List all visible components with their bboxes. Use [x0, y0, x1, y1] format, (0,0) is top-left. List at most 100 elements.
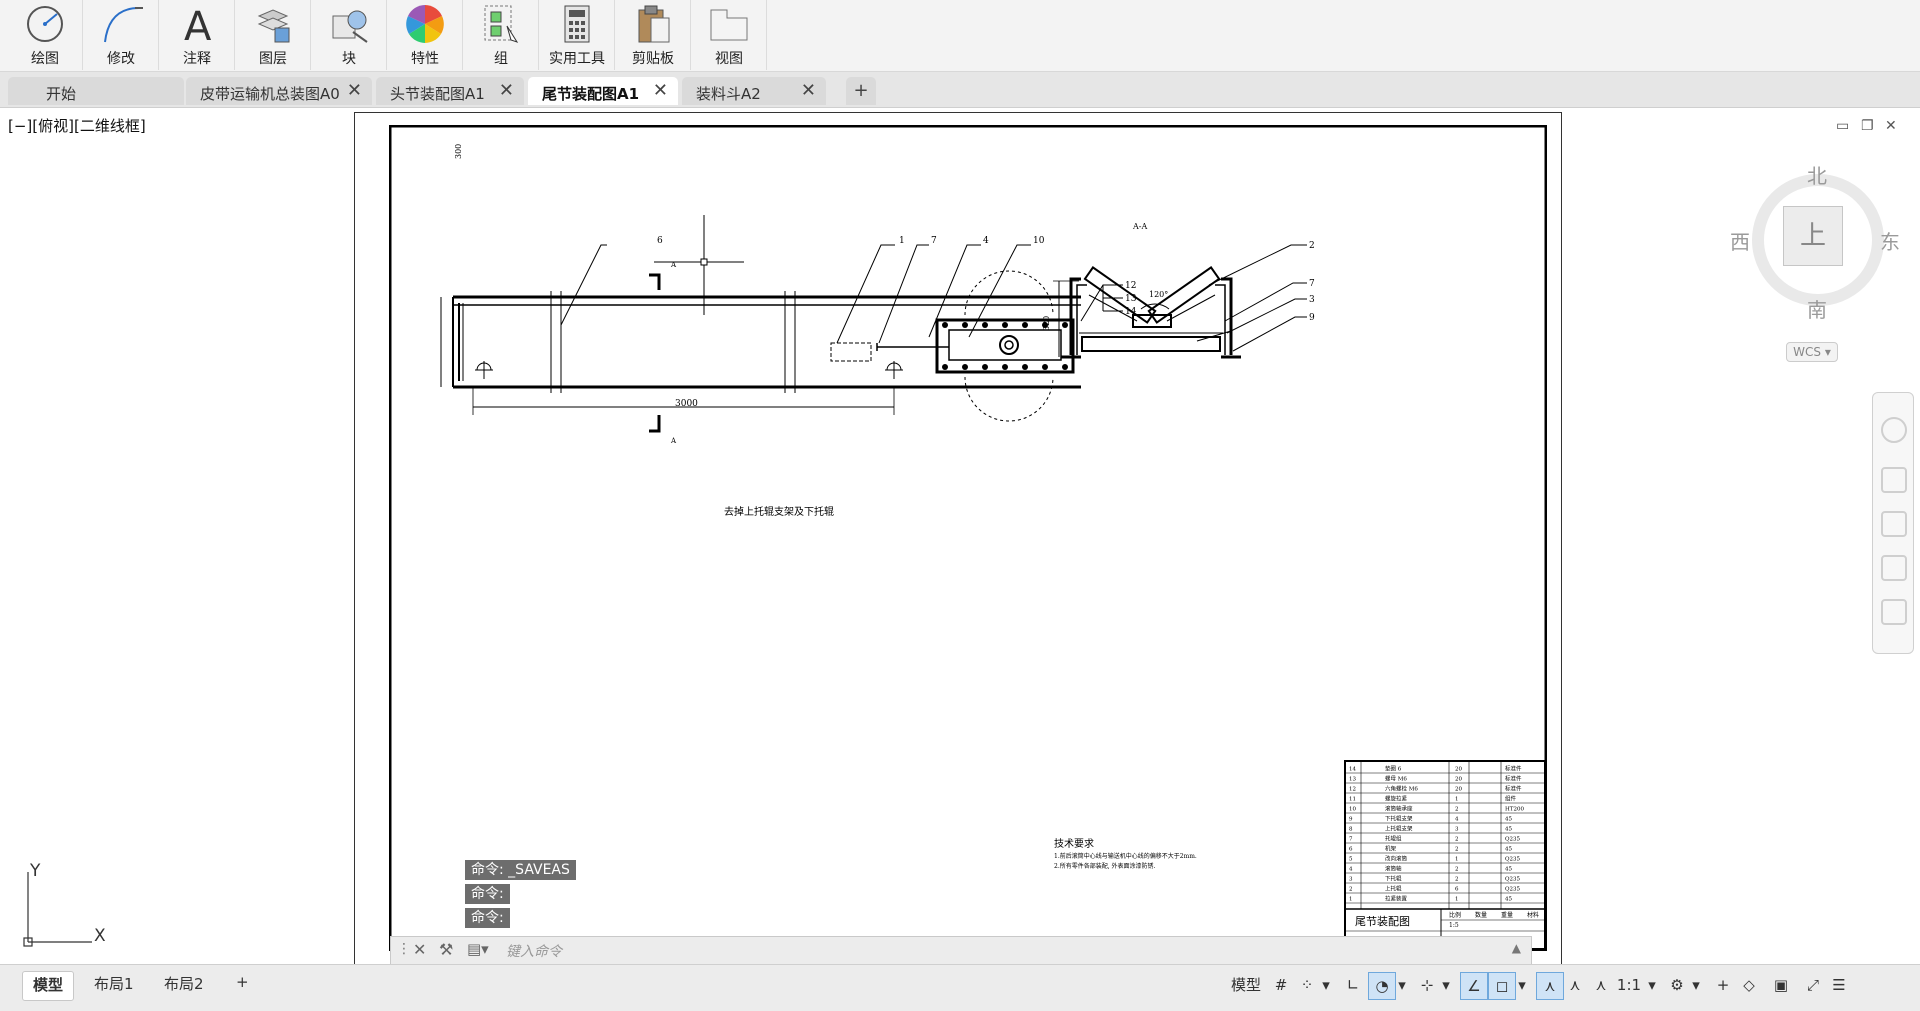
- close-icon[interactable]: ✕: [347, 80, 362, 101]
- compass-east[interactable]: 东: [1880, 226, 1900, 255]
- chevron-down-icon[interactable]: ▾: [1644, 972, 1660, 998]
- tab-belt-conveyor-assembly[interactable]: 皮带运输机总装图A0 ✕: [186, 77, 372, 105]
- tab-layout2[interactable]: 布局2: [154, 971, 214, 999]
- close-icon[interactable]: ✕: [653, 80, 668, 101]
- add-layout-button[interactable]: +: [226, 971, 259, 999]
- recent-commands-icon[interactable]: ▤▾: [467, 940, 489, 958]
- steering-wheel-icon[interactable]: [1881, 417, 1907, 443]
- grip-icon[interactable]: ⋮: [397, 941, 411, 957]
- clean-screen-icon[interactable]: ⤢: [1800, 972, 1826, 998]
- grid-icon[interactable]: #: [1268, 972, 1294, 998]
- isolate-objects-icon[interactable]: ◇: [1736, 972, 1762, 998]
- annotate-button[interactable]: A 注释: [160, 0, 235, 70]
- polar-tracking-icon[interactable]: ◔: [1368, 972, 1396, 1000]
- parts-list-cell: 上托辊支架: [1385, 825, 1413, 833]
- utilities-icon: [564, 5, 590, 43]
- chevron-up-icon[interactable]: ▲: [1512, 941, 1521, 955]
- view-label: 视图: [715, 51, 743, 67]
- block-icon: [332, 10, 368, 43]
- object-snap-tracking-icon[interactable]: ∠: [1460, 972, 1488, 1000]
- annotation-visibility-icon[interactable]: ⋏: [1536, 972, 1564, 1000]
- clipboard-button[interactable]: 剪贴板: [616, 0, 691, 70]
- chevron-down-icon[interactable]: ▾: [1688, 972, 1704, 998]
- close-icon[interactable]: ✕: [499, 80, 514, 101]
- parts-list-cell: 2: [1455, 807, 1459, 813]
- properties-button[interactable]: 特性: [388, 0, 463, 70]
- parts-list-cell: Q235: [1505, 877, 1521, 883]
- gear-icon[interactable]: ⚙: [1664, 972, 1690, 998]
- compass-west[interactable]: 西: [1730, 226, 1750, 255]
- tab-model[interactable]: 模型: [22, 971, 75, 1001]
- model-space-button[interactable]: 模型: [1226, 972, 1266, 998]
- showmotion-icon[interactable]: [1881, 599, 1907, 625]
- parts-list-cell: 6: [1349, 847, 1353, 853]
- dim-3000: 3000: [675, 399, 698, 409]
- isodraft-icon[interactable]: ⊹: [1414, 972, 1440, 998]
- view-cube-face-top[interactable]: 上: [1783, 206, 1843, 266]
- parts-list-cell: 标准件: [1505, 775, 1522, 783]
- close-icon[interactable]: ✕: [413, 940, 426, 959]
- new-tab-button[interactable]: +: [846, 77, 876, 105]
- parts-list-cell: 3: [1349, 877, 1353, 883]
- scale-selector[interactable]: 1:1: [1614, 972, 1644, 998]
- parts-list-cell: 14: [1349, 767, 1356, 773]
- compass-south[interactable]: 南: [1807, 294, 1827, 323]
- tab-start[interactable]: 开始: [8, 77, 184, 105]
- document-tab-bar: 开始 皮带运输机总装图A0 ✕ 头节装配图A1 ✕ 尾节装配图A1 ✕ 装料斗A…: [0, 72, 1920, 108]
- chevron-down-icon[interactable]: ▾: [1318, 972, 1334, 998]
- parts-list-cell: 1: [1455, 857, 1459, 863]
- minimize-viewport-button[interactable]: ▭: [1836, 118, 1849, 134]
- close-icon[interactable]: ✕: [801, 80, 816, 101]
- callout: 10: [1033, 236, 1045, 246]
- wcs-menu[interactable]: WCS ▾: [1786, 342, 1838, 362]
- tab-hopper[interactable]: 装料斗A2 ✕: [682, 77, 826, 105]
- modify-icon: [104, 7, 143, 43]
- ortho-icon[interactable]: ∟: [1340, 972, 1366, 998]
- drawing-annotations: 300 3000 A A A-A 120° 320 6 1 7 4 10 12 …: [454, 144, 1315, 870]
- chevron-down-icon[interactable]: ▾: [1514, 972, 1530, 998]
- auto-scale-icon[interactable]: ⋏: [1562, 972, 1588, 998]
- tab-tail-assembly[interactable]: 尾节装配图A1 ✕: [528, 77, 678, 105]
- group-button[interactable]: 组: [464, 0, 539, 70]
- pan-icon[interactable]: [1881, 467, 1907, 493]
- tab-layout1[interactable]: 布局1: [84, 971, 144, 999]
- chevron-down-icon[interactable]: ▾: [1438, 972, 1454, 998]
- parts-list-cell: 2: [1455, 837, 1459, 843]
- restore-viewport-button[interactable]: ❐: [1861, 118, 1874, 134]
- zoom-icon[interactable]: [1881, 511, 1907, 537]
- parts-list-cell: Q235: [1505, 887, 1521, 893]
- wrench-icon[interactable]: ⚒: [439, 940, 453, 959]
- utilities-button[interactable]: 实用工具: [540, 0, 615, 70]
- parts-list-cell: 45: [1505, 827, 1512, 833]
- group-icon: [484, 5, 519, 43]
- hardware-acceleration-icon[interactable]: ▣: [1768, 972, 1794, 998]
- command-input[interactable]: 键入命令: [506, 941, 562, 961]
- tab-head-assembly[interactable]: 头节装配图A1 ✕: [376, 77, 524, 105]
- tab-start-label: 开始: [46, 85, 77, 103]
- viewport-controls-label[interactable]: [−][俯视][二维线框]: [8, 115, 146, 136]
- draw-button[interactable]: 绘图: [8, 0, 83, 70]
- orbit-icon[interactable]: [1881, 555, 1907, 581]
- view-cube[interactable]: 北 南 西 东 上 WCS ▾: [1730, 150, 1900, 380]
- parts-list-cell: 1: [1455, 897, 1459, 903]
- chevron-down-icon[interactable]: ▾: [1394, 972, 1410, 998]
- compass-north[interactable]: 北: [1807, 160, 1827, 189]
- close-viewport-button[interactable]: ✕: [1885, 118, 1897, 134]
- modify-button[interactable]: 修改: [84, 0, 159, 70]
- block-button[interactable]: 块: [312, 0, 387, 70]
- title-block-scale: 1:5: [1449, 922, 1459, 929]
- menu-icon[interactable]: ☰: [1826, 972, 1852, 998]
- view-button[interactable]: 视图: [692, 0, 767, 70]
- front-view: [440, 215, 1123, 433]
- annotation-scale-icon[interactable]: ⋏: [1588, 972, 1614, 998]
- object-snap-icon[interactable]: ◻: [1488, 972, 1516, 1000]
- section-view-a-a: [1053, 244, 1307, 359]
- parts-list-cell: 45: [1505, 817, 1512, 823]
- plus-icon[interactable]: +: [1710, 972, 1736, 998]
- clipboard-icon: [638, 5, 670, 43]
- snap-icon[interactable]: ⁘: [1294, 972, 1320, 998]
- parts-list-cell: 4: [1455, 817, 1459, 823]
- layers-button[interactable]: 图层: [236, 0, 311, 70]
- parts-list-cell: 20: [1455, 777, 1462, 783]
- command-line[interactable]: ⋮ ✕ ⚒ ▤▾ 键入命令 ▲: [390, 936, 1532, 966]
